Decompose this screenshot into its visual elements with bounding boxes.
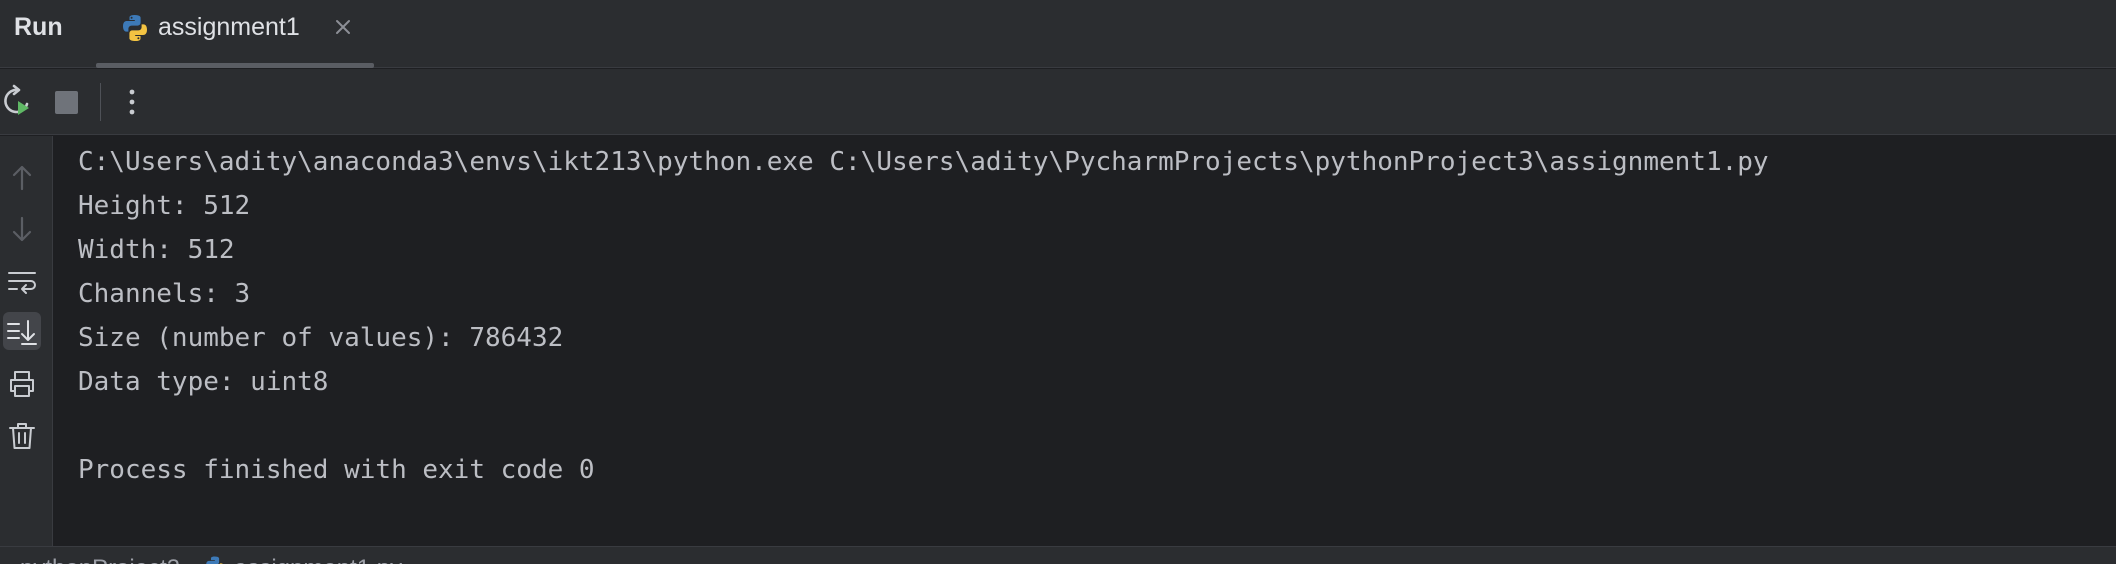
python-file-icon [206, 556, 223, 564]
tab-selected-indicator [96, 63, 374, 68]
run-header: Run assignment1 [0, 0, 2116, 68]
rerun-icon[interactable] [0, 84, 36, 120]
console-output[interactable]: C:\Users\adity\anaconda3\envs\ikt213\pyt… [54, 136, 2116, 546]
console-line-height: Height: 512 [78, 191, 251, 221]
console-side-toolbar [0, 136, 53, 546]
printer-icon [10, 371, 34, 397]
run-title: Run [14, 13, 63, 41]
python-file-icon [123, 15, 147, 41]
console-line-width: Width: 512 [78, 235, 235, 265]
scroll-down-button[interactable] [3, 210, 41, 248]
print-button[interactable] [3, 365, 41, 403]
close-icon[interactable] [332, 16, 354, 38]
arrow-down-icon [12, 216, 32, 242]
trash-icon [9, 423, 35, 449]
scroll-to-end-button[interactable] [3, 312, 41, 350]
clear-all-button[interactable] [3, 417, 41, 455]
toolbar-separator [100, 83, 101, 121]
tab-assignment1[interactable]: assignment1 [96, 0, 374, 68]
console-line-size: Size (number of values): 786432 [78, 323, 564, 353]
run-toolbar [0, 69, 2116, 135]
breadcrumb-project[interactable]: pythonProject3 [20, 555, 180, 564]
tab-label: assignment1 [158, 13, 300, 41]
soft-wrap-icon [8, 272, 36, 294]
breadcrumb-file[interactable]: assignment1.py [234, 555, 402, 564]
console-line-exit: Process finished with exit code 0 [78, 455, 595, 485]
scroll-up-button[interactable] [3, 159, 41, 197]
more-vertical-icon[interactable] [114, 84, 150, 120]
scroll-to-end-icon [7, 320, 37, 345]
console-line-command: C:\Users\adity\anaconda3\envs\ikt213\pyt… [78, 147, 1769, 177]
console-line-dtype: Data type: uint8 [78, 367, 329, 397]
stop-icon[interactable] [49, 84, 85, 120]
console-line-channels: Channels: 3 [78, 279, 251, 309]
soft-wrap-button[interactable] [3, 262, 41, 300]
status-bar-breadcrumb: pythonProject3 assignment1.py [0, 546, 2116, 564]
run-tool-window: Run assignment1 C:\Users\adity\anaconda3… [0, 0, 2116, 564]
arrow-up-icon [12, 165, 32, 191]
